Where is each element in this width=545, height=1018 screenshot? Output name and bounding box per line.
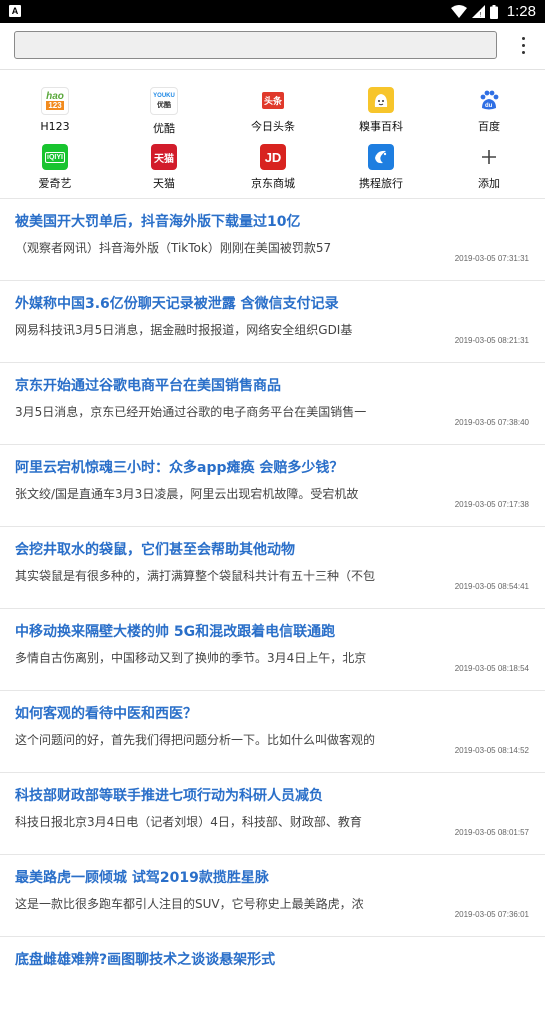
shortcut-ctrip[interactable]: 携程旅行	[341, 144, 421, 191]
news-item[interactable]: 科技部财政部等联手推进七项行动为科研人员减负 科技日报北京3月4日电（记者刘垠）…	[0, 773, 545, 855]
news-item[interactable]: 最美路虎一顾倾城 试驾2019款揽胜星脉 这是一款比很多跑车都引人注目的SUV，…	[0, 855, 545, 937]
news-date: 2019-03-05 08:54:41	[454, 582, 529, 591]
battery-icon	[489, 4, 498, 19]
news-date: 2019-03-05 08:21:31	[454, 336, 529, 345]
shortcut-baidu[interactable]: du 百度	[449, 87, 529, 134]
news-summary: 张文绞/国是直通车3月3日凌晨，阿里云出现宕机故障。受宕机故	[15, 487, 359, 501]
shortcut-qiushibaike[interactable]: 糗事百科	[341, 87, 421, 134]
news-title[interactable]: 被美国开大罚单后，抖音海外版下载量过10亿	[15, 211, 300, 231]
qiushibaike-icon	[368, 87, 394, 113]
shortcut-label: 天猫	[153, 177, 175, 190]
youku-icon-text: YOUKU	[153, 93, 175, 99]
hao123-icon-number: 123	[46, 101, 64, 110]
shortcut-label: 爱奇艺	[38, 177, 72, 190]
iqiyi-icon-text: iQIYI	[45, 151, 65, 163]
shortcut-youku[interactable]: YOUKU 优酷 优酷	[124, 87, 204, 136]
news-summary: 3月5日消息，京东已经开始通过谷歌的电子商务平台在美国销售一	[15, 405, 367, 419]
shortcut-toutiao[interactable]: 头条 今日头条	[233, 87, 313, 134]
toutiao-icon: 头条	[260, 87, 286, 113]
news-title[interactable]: 中移动换来隔壁大楼的帅 5G和混改跟着电信联通跑	[15, 621, 335, 641]
youku-icon: YOUKU 优酷	[150, 87, 178, 115]
search-box[interactable]	[14, 31, 497, 59]
news-title[interactable]: 科技部财政部等联手推进七项行动为科研人员减负	[15, 785, 323, 805]
status-indicators: ! 1:28	[450, 0, 536, 23]
news-summary: 其实袋鼠是有很多种的，满打满算整个袋鼠科共计有五十三种（不包	[15, 569, 376, 583]
shortcut-label: 糗事百科	[359, 120, 403, 133]
youku-icon-cn: 优酷	[157, 102, 171, 109]
plus-icon	[476, 144, 502, 170]
news-date: 2019-03-05 07:36:01	[454, 910, 529, 919]
news-title[interactable]: 最美路虎一顾倾城 试驾2019款揽胜星脉	[15, 867, 269, 887]
menu-dot	[521, 36, 525, 40]
news-title[interactable]: 会挖井取水的袋鼠，它们甚至会帮助其他动物	[15, 539, 295, 559]
shortcut-label: 携程旅行	[359, 177, 403, 190]
toutiao-icon-text: 头条	[261, 91, 284, 109]
news-item[interactable]: 外媒称中国3.6亿份聊天记录被泄露 含微信支付记录 网易科技讯3月5日消息，据金…	[0, 281, 545, 363]
news-summary: 科技日报北京3月4日电（记者刘垠）4日，科技部、财政部、教育	[15, 815, 362, 829]
shortcut-label: 百度	[478, 120, 500, 133]
tmall-icon: 天猫	[151, 144, 177, 170]
jd-icon-text: JD	[264, 149, 282, 165]
shortcut-label: 今日头条	[251, 120, 295, 133]
news-date: 2019-03-05 07:17:38	[454, 500, 529, 509]
news-summary: 多情自古伤离别，中国移动又到了换帅的季节。3月4日上午，北京	[15, 651, 367, 665]
status-time: 1:28	[506, 3, 536, 20]
shortcut-label: 添加	[478, 177, 500, 190]
news-title[interactable]: 底盘雌雄难辨?画图聊技术之谈谈悬架形式	[15, 949, 275, 969]
news-date: 2019-03-05 08:18:54	[454, 664, 529, 673]
news-item[interactable]: 会挖井取水的袋鼠，它们甚至会帮助其他动物 其实袋鼠是有很多种的，满打满算整个袋鼠…	[0, 527, 545, 609]
ctrip-icon	[368, 144, 394, 170]
news-title[interactable]: 京东开始通过谷歌电商平台在美国销售商品	[15, 375, 281, 395]
menu-dot	[521, 43, 525, 47]
browser-toolbar	[0, 23, 545, 70]
search-input[interactable]	[15, 32, 496, 58]
shortcut-label: 京东商城	[251, 177, 295, 190]
shortcut-label: H123	[40, 120, 70, 133]
shortcut-hao123[interactable]: hao 123 H123	[15, 87, 95, 133]
news-summary: 这个问题问的好，首先我们得把问题分析一下。比如什么叫做客观的	[15, 733, 376, 747]
shortcut-jd[interactable]: JD 京东商城	[233, 144, 313, 191]
news-summary: 网易科技讯3月5日消息，据金融时报报道，网络安全组织GDI基	[15, 323, 353, 337]
tmall-icon-text: 天猫	[154, 153, 174, 165]
app-notification-icon: A	[9, 5, 21, 17]
shortcut-add[interactable]: 添加	[449, 144, 529, 191]
news-item[interactable]: 中移动换来隔壁大楼的帅 5G和混改跟着电信联通跑 多情自古伤离别，中国移动又到了…	[0, 609, 545, 691]
news-date: 2019-03-05 08:01:57	[454, 828, 529, 837]
news-item[interactable]: 底盘雌雄难辨?画图聊技术之谈谈悬架形式	[0, 937, 545, 1018]
jd-icon: JD	[260, 144, 286, 170]
baidu-icon-text: du	[485, 103, 493, 109]
news-date: 2019-03-05 07:31:31	[454, 254, 529, 263]
cellular-signal-icon: !	[471, 5, 485, 18]
shortcut-grid: hao 123 H123 YOUKU 优酷 优酷 头条 今日头条 糗事百科 du	[0, 70, 545, 199]
menu-dot	[521, 50, 525, 54]
hao123-icon-text: hao	[46, 91, 64, 102]
news-summary: （观察者网讯）抖音海外版（TikTok）刚刚在美国被罚款57	[15, 241, 332, 255]
news-title[interactable]: 外媒称中国3.6亿份聊天记录被泄露 含微信支付记录	[15, 293, 339, 313]
news-item[interactable]: 京东开始通过谷歌电商平台在美国销售商品 3月5日消息，京东已经开始通过谷歌的电子…	[0, 363, 545, 445]
news-title[interactable]: 如何客观的看待中医和西医？	[15, 703, 197, 723]
shortcut-iqiyi[interactable]: iQIYI 爱奇艺	[15, 144, 95, 191]
iqiyi-icon: iQIYI	[42, 144, 68, 170]
baidu-icon: du	[476, 87, 502, 113]
news-item[interactable]: 如何客观的看待中医和西医？ 这个问题问的好，首先我们得把问题分析一下。比如什么叫…	[0, 691, 545, 773]
news-date: 2019-03-05 07:38:40	[454, 418, 529, 427]
news-feed: 被美国开大罚单后，抖音海外版下载量过10亿 （观察者网讯）抖音海外版（TikTo…	[0, 199, 545, 1018]
news-item[interactable]: 被美国开大罚单后，抖音海外版下载量过10亿 （观察者网讯）抖音海外版（TikTo…	[0, 199, 545, 281]
overflow-menu-button[interactable]	[513, 32, 533, 58]
shortcut-tmall[interactable]: 天猫 天猫	[124, 144, 204, 191]
wifi-icon	[450, 5, 467, 18]
shortcut-label: 优酷	[153, 122, 175, 135]
news-item[interactable]: 阿里云宕机惊魂三小时：众多app瘫痪 会赔多少钱？ 张文绞/国是直通车3月3日凌…	[0, 445, 545, 527]
status-bar: A ! 1:28	[0, 0, 545, 23]
hao123-icon: hao 123	[41, 87, 69, 115]
news-title[interactable]: 阿里云宕机惊魂三小时：众多app瘫痪 会赔多少钱？	[15, 457, 343, 477]
news-summary: 这是一款比很多跑车都引人注目的SUV，它号称史上最美路虎，浓	[15, 897, 364, 911]
news-date: 2019-03-05 08:14:52	[454, 746, 529, 755]
